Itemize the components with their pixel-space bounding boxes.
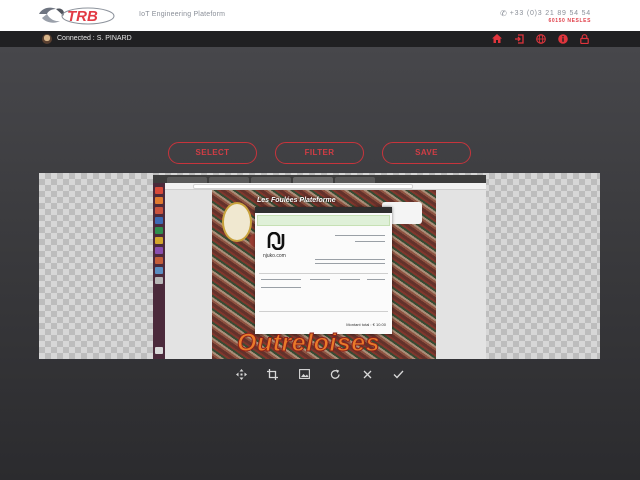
- city-label: 60150 NESLES: [548, 18, 591, 24]
- cancel-icon[interactable]: [359, 367, 375, 381]
- os-dock: [153, 183, 165, 359]
- image-icon[interactable]: [296, 367, 312, 381]
- event-logo: [222, 202, 252, 242]
- save-button[interactable]: SAVE: [382, 142, 471, 164]
- avatar: [42, 34, 52, 44]
- lock-icon[interactable]: [579, 33, 590, 44]
- phone-number: +33 (0)3 21 89 54 54: [509, 10, 591, 17]
- contact-info: ✆ +33 (0)3 21 89 54 54 60150 NESLES: [500, 10, 591, 25]
- top-header: TRB IoT Engineering Plateform ✆ +33 (0)3…: [0, 0, 640, 31]
- filter-button[interactable]: FILTER: [275, 142, 364, 164]
- confirm-icon[interactable]: [391, 367, 407, 381]
- sign-in-icon[interactable]: [513, 33, 524, 44]
- action-buttons: SELECT FILTER SAVE: [168, 142, 471, 164]
- phone-icon: ✆: [500, 9, 507, 18]
- nav-icons: [491, 33, 590, 44]
- event-page: Les Foulées Plateforme njuko.com Montant…: [212, 190, 436, 359]
- njuko-logo-icon: [267, 232, 285, 250]
- info-icon[interactable]: [557, 33, 568, 44]
- event-page-title: Les Foulées Plateforme: [257, 197, 336, 204]
- browser-tabbar: [153, 175, 486, 183]
- receipt-brand: njuko.com: [263, 253, 286, 259]
- image-viewer[interactable]: Les Foulées Plateforme njuko.com Montant…: [39, 173, 600, 359]
- receipt-total: Montant total : € 10.00: [346, 322, 386, 327]
- connected-user: Connected : S. PINARD: [57, 35, 132, 42]
- trb-logo[interactable]: TRB: [36, 4, 116, 28]
- main-area: SELECT FILTER SAVE Les Foulées Plateform…: [0, 47, 640, 480]
- select-button[interactable]: SELECT: [168, 142, 257, 164]
- home-icon[interactable]: [491, 33, 502, 44]
- move-icon[interactable]: [233, 367, 249, 381]
- browser-address-bar: [153, 183, 486, 190]
- user-navbar: Connected : S. PINARD: [0, 31, 640, 47]
- crop-icon[interactable]: [265, 367, 281, 381]
- uploaded-screenshot: Les Foulées Plateforme njuko.com Montant…: [153, 175, 486, 359]
- receipt-popup: njuko.com Montant total : € 10.00: [255, 207, 392, 334]
- event-banner-word: Outreloises: [236, 329, 381, 358]
- image-toolbar: [233, 367, 407, 381]
- globe-icon[interactable]: [535, 33, 546, 44]
- app-tagline: IoT Engineering Plateform: [139, 11, 226, 18]
- rotate-icon[interactable]: [328, 367, 344, 381]
